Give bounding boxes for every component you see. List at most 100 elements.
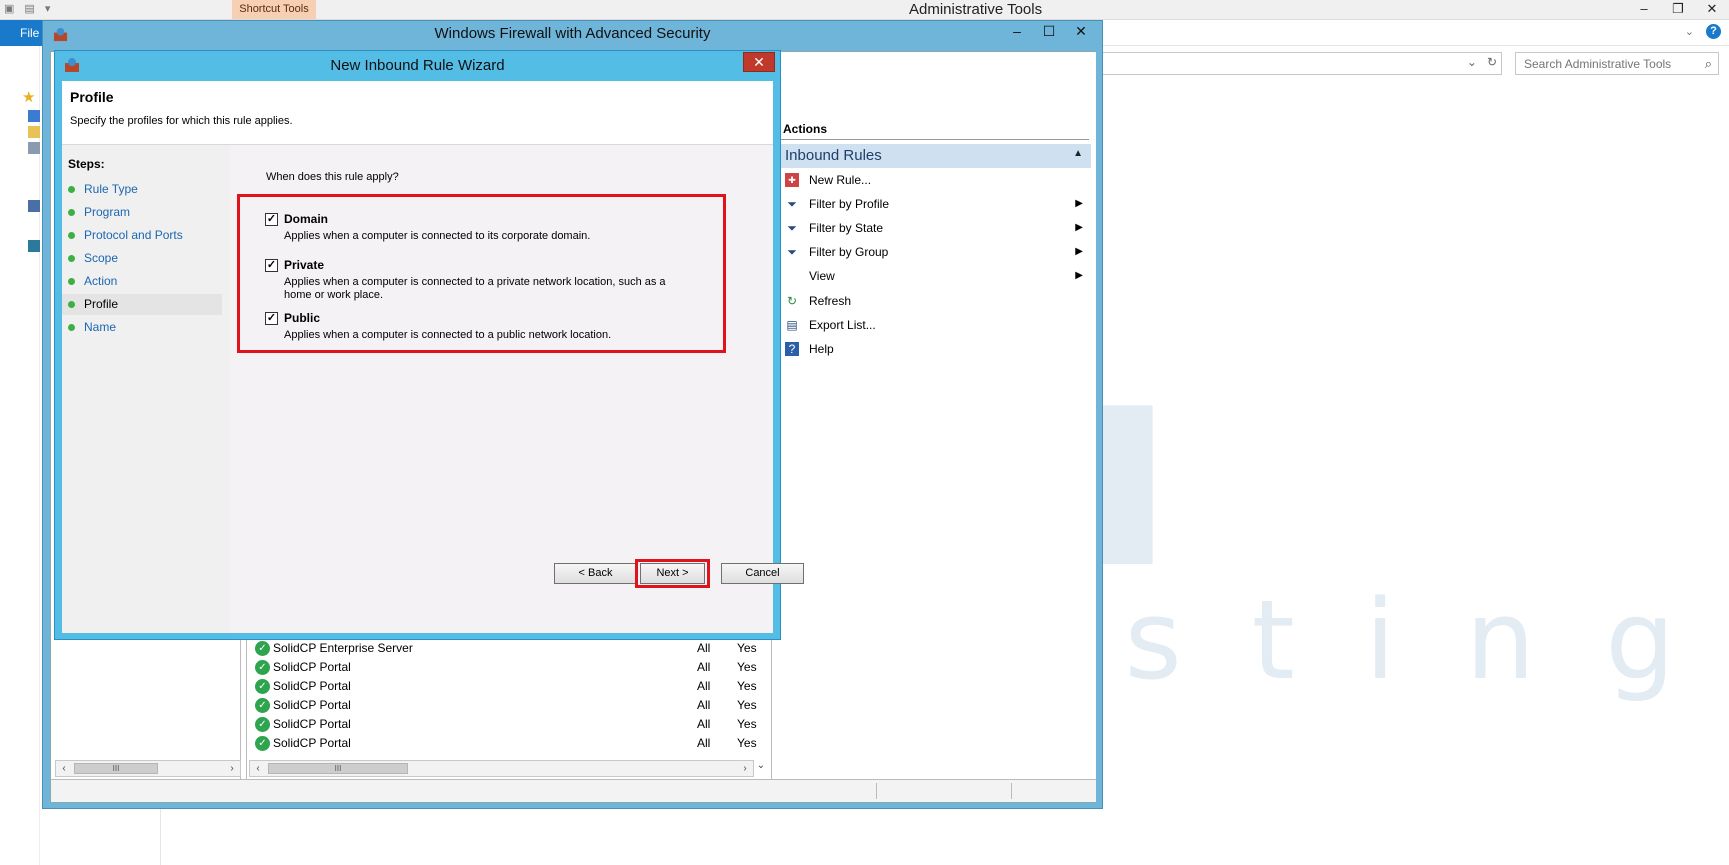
table-row[interactable]: ✓ SolidCP Enterprise Server All Yes <box>251 639 757 658</box>
profiles-highlight: ✓ Domain Applies when a computer is conn… <box>237 194 726 353</box>
step-status-icon <box>68 324 75 331</box>
scrollbar-thumb[interactable]: III <box>74 763 158 774</box>
next-button[interactable]: Next > <box>640 563 705 584</box>
step-rule-type[interactable]: Rule Type <box>62 179 222 200</box>
help-icon: ? <box>785 342 799 356</box>
minimize-button[interactable]: – <box>1002 22 1032 42</box>
close-button[interactable]: ✕ <box>1066 22 1096 42</box>
wizard-title-bar[interactable]: New Inbound Rule Wizard ✕ <box>55 51 780 80</box>
step-label: Program <box>84 205 131 219</box>
action-label: Export List... <box>809 318 876 332</box>
network-icon[interactable] <box>28 240 40 252</box>
rule-profile: All <box>697 736 711 750</box>
table-row[interactable]: ✓ SolidCP Portal All Yes <box>251 677 757 696</box>
refresh-icon[interactable]: ↻ <box>1487 55 1497 69</box>
tree-horizontal-scrollbar[interactable]: ‹ III › <box>55 760 241 777</box>
rule-name: SolidCP Portal <box>273 717 351 731</box>
help-icon[interactable]: ? <box>1706 24 1721 39</box>
step-program[interactable]: Program <box>62 202 222 223</box>
libraries-icon[interactable] <box>28 142 40 154</box>
scrollbar-thumb[interactable]: III <box>268 763 408 774</box>
scroll-left-icon[interactable]: ‹ <box>250 761 266 776</box>
table-row[interactable]: ✓ SolidCP Portal All Yes <box>251 658 757 677</box>
file-tab[interactable]: File <box>0 20 46 46</box>
close-button[interactable]: ✕ <box>743 52 775 72</box>
cancel-button[interactable]: Cancel <box>721 563 804 584</box>
shortcut-tools-tab[interactable]: Shortcut Tools <box>232 0 316 19</box>
action-refresh[interactable]: ↻ Refresh <box>781 290 1091 312</box>
step-status-icon <box>68 255 75 262</box>
search-input[interactable] <box>1516 53 1686 74</box>
public-checkbox[interactable]: ✓ <box>265 312 278 325</box>
address-bar[interactable]: ⌄ ↻ <box>1100 52 1502 75</box>
step-scope[interactable]: Scope <box>62 248 222 269</box>
action-label: View <box>809 269 835 283</box>
list-horizontal-scrollbar[interactable]: ‹ III › <box>249 760 754 777</box>
action-label: Filter by Profile <box>809 197 890 211</box>
domain-checkbox[interactable]: ✓ <box>265 213 278 226</box>
actions-pane: Actions Inbound Rules ▲ ✚ New Rule... ⏷ … <box>779 52 1096 779</box>
address-bar-buttons: ⌄ ↻ <box>1467 55 1497 69</box>
rule-profile: All <box>697 698 711 712</box>
enabled-check-icon: ✓ <box>255 736 270 751</box>
step-protocol-and-ports[interactable]: Protocol and Ports <box>62 225 222 246</box>
filter-icon: ⏷ <box>787 221 797 235</box>
step-status-icon <box>68 301 75 308</box>
scroll-right-icon[interactable]: › <box>737 761 753 776</box>
table-row[interactable]: ✓ SolidCP Portal All Yes <box>251 734 757 753</box>
search-icon[interactable]: ⌕ <box>1705 56 1712 72</box>
question-text: When does this rule apply? <box>266 171 399 183</box>
favorites-star-icon[interactable]: ★ <box>22 90 38 106</box>
maximize-button[interactable]: ☐ <box>1034 22 1064 42</box>
enabled-check-icon: ✓ <box>255 660 270 675</box>
step-label: Protocol and Ports <box>84 228 183 242</box>
computer-icon[interactable] <box>28 200 40 212</box>
step-name[interactable]: Name <box>62 317 222 338</box>
page-subtitle: Specify the profiles for which this rule… <box>70 115 293 127</box>
folder-icon[interactable] <box>28 126 40 138</box>
expand-ribbon-icon[interactable]: ⌄ <box>1685 25 1694 38</box>
submenu-arrow-icon: ▶ <box>1075 246 1083 257</box>
actions-header: Actions <box>779 112 1089 140</box>
scroll-down-icon[interactable]: ⌄ <box>753 758 769 773</box>
action-filter-by-profile[interactable]: ⏷ Filter by Profile ▶ <box>781 193 1091 215</box>
minimize-button[interactable]: – <box>1627 0 1661 18</box>
back-button[interactable]: < Back <box>554 563 637 584</box>
scroll-right-icon[interactable]: › <box>224 761 240 776</box>
step-action[interactable]: Action <box>62 271 222 292</box>
action-label: New Rule... <box>809 173 872 187</box>
firewall-window-controls: – ☐ ✕ <box>1002 22 1096 42</box>
action-export-list[interactable]: ▤ Export List... <box>781 314 1091 336</box>
explorer-window-title: Administrative Tools <box>909 1 1043 18</box>
action-filter-by-state[interactable]: ⏷ Filter by State ▶ <box>781 217 1091 239</box>
step-label: Rule Type <box>84 182 138 196</box>
private-checkbox[interactable]: ✓ <box>265 259 278 272</box>
page-title: Profile <box>70 89 114 105</box>
rule-profile: All <box>697 641 711 655</box>
action-help[interactable]: ? Help <box>781 338 1091 360</box>
new-folder-icon[interactable]: ▤ <box>24 2 34 15</box>
step-profile[interactable]: Profile <box>62 294 222 315</box>
restore-button[interactable]: ❐ <box>1661 0 1695 18</box>
collapse-icon[interactable]: ▲ <box>1073 148 1083 159</box>
desktop-icon[interactable] <box>28 110 40 122</box>
status-divider <box>876 783 877 799</box>
status-bar <box>51 779 1096 802</box>
action-new-rule[interactable]: ✚ New Rule... <box>781 169 1091 191</box>
step-label: Profile <box>84 297 119 311</box>
rule-profile: All <box>697 660 711 674</box>
action-label: Filter by State <box>809 221 884 235</box>
scroll-left-icon[interactable]: ‹ <box>56 761 72 776</box>
customize-toolbar-icon[interactable]: ▾ <box>45 2 51 15</box>
close-button[interactable]: ✕ <box>1695 0 1729 18</box>
table-row[interactable]: ✓ SolidCP Portal All Yes <box>251 715 757 734</box>
table-row[interactable]: ✓ SolidCP Portal All Yes <box>251 696 757 715</box>
history-dropdown-icon[interactable]: ⌄ <box>1467 55 1477 69</box>
step-status-icon <box>68 209 75 216</box>
properties-icon[interactable]: ▣ <box>4 2 14 15</box>
steps-label: Steps: <box>68 157 105 171</box>
actions-group-inbound-rules[interactable]: Inbound Rules ▲ <box>781 144 1091 168</box>
pane-divider <box>160 800 161 865</box>
action-filter-by-group[interactable]: ⏷ Filter by Group ▶ <box>781 241 1091 263</box>
action-view[interactable]: View ▶ <box>781 265 1091 287</box>
